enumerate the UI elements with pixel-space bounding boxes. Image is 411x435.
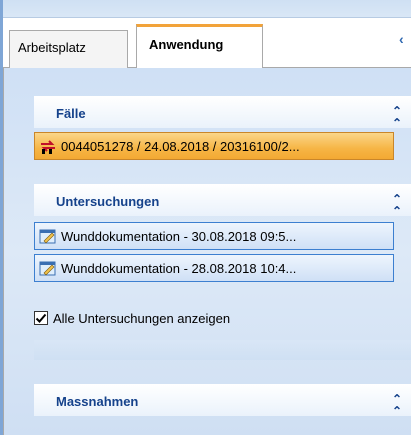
double-chevron-up-icon[interactable]: ⌃ ⌃ — [392, 105, 402, 129]
group-title-untersuchungen: Untersuchungen — [56, 194, 160, 209]
group-header-untersuchungen[interactable]: Untersuchungen ⌃ ⌃ — [34, 184, 411, 217]
case-item-text: 0044051278 / 24.08.2018 / 20316100/2... — [61, 138, 300, 154]
examination-item-text: Wunddokumentation - 28.08.2018 10:4... — [61, 260, 297, 276]
collapse-left-icon[interactable]: ‹ — [399, 32, 411, 46]
tab-arbeitsplatz-label: Arbeitsplatz — [18, 40, 86, 55]
double-chevron-up-icon[interactable]: ⌃ ⌃ — [392, 393, 402, 417]
examination-item[interactable]: Wunddokumentation - 28.08.2018 10:4... — [34, 254, 394, 282]
tab-anwendung[interactable]: Anwendung — [136, 24, 263, 68]
tab-arbeitsplatz[interactable]: Arbeitsplatz — [9, 30, 128, 68]
examination-item-text: Wunddokumentation - 30.08.2018 09:5... — [61, 228, 297, 244]
group-title-faelle: Fälle — [56, 106, 86, 121]
case-item[interactable]: 0044051278 / 24.08.2018 / 20316100/2... — [34, 132, 394, 160]
examination-item[interactable]: Wunddokumentation - 30.08.2018 09:5... — [34, 222, 394, 250]
tab-bar: Arbeitsplatz Anwendung ‹ — [3, 18, 411, 68]
group-header-faelle[interactable]: Fälle ⌃ ⌃ — [34, 96, 411, 129]
case-arrows-icon — [41, 140, 55, 154]
top-strip — [0, 0, 411, 18]
navigation-panel: Fälle ⌃ ⌃ 0044051278 / 24.08.2018 / 20316… — [3, 68, 411, 435]
group-title-massnahmen: Massnahmen — [56, 394, 139, 409]
group-footer-band — [34, 340, 411, 360]
tab-anwendung-label: Anwendung — [149, 37, 224, 52]
document-edit-icon — [39, 229, 56, 244]
document-edit-icon — [39, 261, 56, 276]
group-header-massnahmen[interactable]: Massnahmen ⌃ ⌃ — [34, 384, 411, 417]
show-all-examinations-row[interactable]: Alle Untersuchungen anzeigen — [34, 309, 230, 327]
show-all-checkbox[interactable] — [34, 311, 48, 325]
double-chevron-up-icon[interactable]: ⌃ ⌃ — [392, 193, 402, 217]
show-all-label: Alle Untersuchungen anzeigen — [53, 310, 231, 326]
checkmark-icon — [35, 313, 47, 323]
